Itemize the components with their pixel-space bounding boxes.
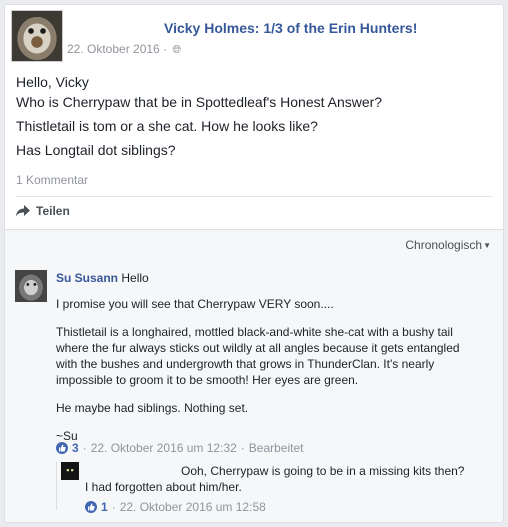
sort-dropdown[interactable]: Chronologisch▼ bbox=[405, 238, 491, 252]
reply-line: I had forgotten about him/her. bbox=[85, 480, 242, 494]
post-body: Hello, Vicky Who is Cherrypaw that be in… bbox=[16, 72, 496, 164]
post-line: Has Longtail dot siblings? bbox=[16, 142, 176, 158]
reply-avatar[interactable] bbox=[61, 462, 79, 480]
post-card: Vicky Holmes: 1/3 of the Erin Hunters! 2… bbox=[4, 4, 504, 523]
comment-like-count[interactable]: 3 bbox=[72, 441, 79, 455]
comment-header: Su Susann Hello bbox=[56, 270, 476, 286]
globe-icon: 🌐︎ bbox=[172, 44, 182, 56]
post-meta: 22. Oktober 2016 · 🌐︎ bbox=[67, 42, 181, 57]
comment-edited-link[interactable]: Bearbeitet bbox=[249, 441, 304, 455]
meta-separator: · bbox=[163, 42, 168, 56]
comment-body: Su Susann Hello I promise you will see t… bbox=[56, 270, 476, 444]
post-line: Hello, Vicky bbox=[16, 74, 89, 90]
reply-body: Ooh, Cherrypaw is going to be in a missi… bbox=[85, 463, 485, 495]
reply-line: Ooh, Cherrypaw is going to be in a missi… bbox=[181, 464, 465, 478]
comment-timestamp[interactable]: 22. Oktober 2016 um 12:32 bbox=[91, 441, 237, 455]
share-arrow-icon bbox=[16, 205, 30, 217]
reply-meta: 1 · 22. Oktober 2016 um 12:58 bbox=[85, 500, 266, 514]
comment-meta: 3 · 22. Oktober 2016 um 12:32 · Bearbeit… bbox=[56, 441, 304, 455]
comment-count-link[interactable]: 1 Kommentar bbox=[16, 173, 88, 187]
post-date[interactable]: 22. Oktober 2016 bbox=[67, 42, 160, 56]
comment-paragraph: He maybe had siblings. Nothing set. bbox=[56, 401, 249, 415]
share-button[interactable]: Teilen bbox=[16, 202, 70, 220]
reply-thread-line bbox=[56, 462, 57, 510]
comment-paragraph: Thistletail is a longhaired, mottled bla… bbox=[56, 325, 460, 387]
thumbs-up-icon bbox=[85, 501, 97, 513]
thumbs-up-icon bbox=[56, 442, 68, 454]
meta-separator: · bbox=[111, 500, 116, 514]
comment-greeting: Hello bbox=[121, 271, 149, 285]
post-title[interactable]: Vicky Holmes: 1/3 of the Erin Hunters! bbox=[164, 20, 417, 36]
commenter-avatar[interactable] bbox=[15, 270, 47, 302]
share-label: Teilen bbox=[36, 204, 70, 218]
comment-paragraph: I promise you will see that Cherrypaw VE… bbox=[56, 297, 334, 311]
comments-section: Chronologisch▼ Su Susann Hello I promise… bbox=[5, 229, 503, 522]
meta-separator: · bbox=[82, 441, 87, 455]
sort-label: Chronologisch bbox=[405, 238, 483, 252]
meta-separator: · bbox=[240, 441, 245, 455]
reply-like-count[interactable]: 1 bbox=[101, 500, 108, 514]
divider bbox=[16, 196, 492, 197]
post-line: Who is Cherrypaw that be in Spottedleaf'… bbox=[16, 94, 383, 110]
page-avatar[interactable] bbox=[11, 10, 63, 62]
reply-timestamp[interactable]: 22. Oktober 2016 um 12:58 bbox=[120, 500, 266, 514]
post-line: Thistletail is tom or a she cat. How he … bbox=[16, 118, 318, 134]
comment-author[interactable]: Su Susann bbox=[56, 271, 118, 285]
caret-down-icon: ▼ bbox=[483, 241, 491, 250]
